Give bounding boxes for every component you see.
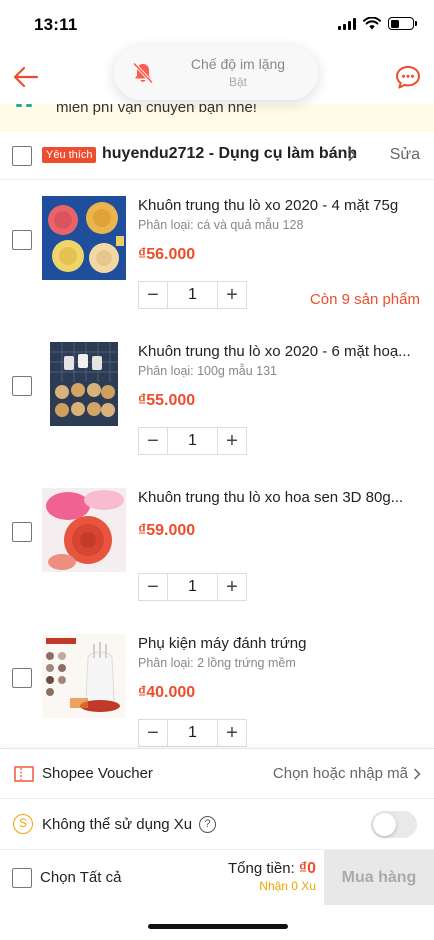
home-indicator[interactable] [148, 924, 288, 929]
product-image[interactable] [42, 488, 126, 572]
item-price: ₫56.000 [138, 246, 196, 263]
checkout-row: Chọn Tất cả Tổng tiền: ₫0 Nhận 0 Xu Mua … [0, 850, 434, 905]
voucher-row[interactable]: Shopee Voucher Chọn hoặc nhập mã [0, 749, 434, 799]
notice-text: miễn phí vận chuyển bạn nhé! [56, 104, 257, 116]
coin-row: S Không thể sử dụng Xu ? [0, 799, 434, 850]
chevron-right-icon[interactable] [413, 768, 421, 780]
quantity-stepper: − 1 + [138, 719, 247, 747]
item-price: ₫55.000 [138, 392, 196, 409]
voucher-icon [14, 766, 34, 782]
coin-label: Không thể sử dụng Xu [42, 816, 193, 833]
wifi-icon [363, 17, 381, 30]
voucher-label: Shopee Voucher [42, 765, 153, 782]
silent-mode-status: Bật [228, 75, 247, 89]
voucher-select[interactable]: Chọn hoặc nhập mã [273, 765, 408, 782]
status-bar: 13:11 [0, 0, 434, 50]
item-variant[interactable]: Phân loại: cá và quả mẫu 128 [138, 218, 303, 232]
status-icons [338, 17, 417, 30]
help-icon[interactable]: ? [199, 816, 216, 833]
item-title[interactable]: Khuôn trung thu lò xo hoa sen 3D 80g... [138, 489, 420, 506]
battery-icon [388, 17, 417, 30]
total-price: Tổng tiền: ₫0 [228, 860, 316, 878]
silent-mode-title: Chế độ im lặng [190, 56, 286, 72]
chat-icon[interactable] [394, 63, 422, 91]
select-all-checkbox[interactable] [12, 868, 32, 888]
coin-icon: S [13, 814, 33, 834]
total-value: ₫0 [298, 860, 316, 877]
cart-item: Khuôn trung thu lò xo 2020 - 4 mặt 75g P… [0, 180, 434, 326]
coin-toggle[interactable] [371, 811, 417, 838]
item-title[interactable]: Khuôn trung thu lò xo 2020 - 6 mặt hoạ..… [138, 343, 420, 360]
silent-mode-banner: Chế độ im lặng Bật [114, 46, 318, 100]
shipping-notice: miễn phí vận chuyển bạn nhé! [0, 104, 434, 132]
product-image[interactable] [42, 196, 126, 280]
item-checkbox[interactable] [12, 522, 32, 542]
edit-button[interactable]: Sửa [390, 146, 420, 164]
select-all-label[interactable]: Chọn Tất cả [40, 869, 121, 886]
product-image[interactable] [42, 342, 126, 426]
cart-item: Khuôn trung thu lò xo 2020 - 6 mặt hoạ..… [0, 326, 434, 472]
quantity-stepper: − 1 + [138, 427, 247, 455]
item-price: ₫40.000 [138, 684, 196, 701]
quantity-stepper: − 1 + [138, 281, 247, 309]
coins-earn: Nhận 0 Xu [259, 879, 316, 893]
shop-header: Yêu thích huyendu2712 - Dụng cụ làm bánh… [0, 132, 434, 180]
shop-name[interactable]: huyendu2712 - Dụng cụ làm bánh [102, 145, 357, 163]
increase-button[interactable]: + [218, 574, 246, 600]
item-variant[interactable]: Phân loại: 2 lồng trứng mềm [138, 656, 296, 670]
status-time: 13:11 [34, 15, 78, 34]
item-title[interactable]: Khuôn trung thu lò xo 2020 - 4 mặt 75g [138, 197, 420, 214]
decrease-button[interactable]: − [139, 720, 167, 746]
item-checkbox[interactable] [12, 376, 32, 396]
increase-button[interactable]: + [218, 282, 246, 308]
quantity-stepper: − 1 + [138, 573, 247, 601]
quantity-input[interactable]: 1 [167, 282, 218, 308]
cart-item: Phụ kiện máy đánh trứng Phân loại: 2 lồn… [0, 618, 434, 764]
quantity-input[interactable]: 1 [167, 574, 218, 600]
item-checkbox[interactable] [12, 668, 32, 688]
quantity-input[interactable]: 1 [167, 720, 218, 746]
cart-item: Khuôn trung thu lò xo hoa sen 3D 80g... … [0, 472, 434, 618]
item-variant[interactable]: Phân loại: 100g mẫu 131 [138, 364, 277, 378]
stock-note: Còn 9 sản phẩm [309, 291, 420, 308]
cellular-signal-icon [338, 17, 356, 30]
quantity-input[interactable]: 1 [167, 428, 218, 454]
item-price: ₫59.000 [138, 522, 196, 539]
notice-icon [16, 104, 32, 107]
increase-button[interactable]: + [218, 720, 246, 746]
back-arrow-icon[interactable] [12, 63, 40, 91]
buy-button[interactable]: Mua hàng [324, 850, 434, 905]
chevron-right-icon[interactable] [347, 148, 357, 162]
decrease-button[interactable]: − [139, 428, 167, 454]
bell-muted-icon [132, 62, 154, 84]
decrease-button[interactable]: − [139, 574, 167, 600]
total-label: Tổng tiền: [228, 860, 295, 877]
decrease-button[interactable]: − [139, 282, 167, 308]
favorite-badge: Yêu thích [42, 147, 97, 163]
shop-checkbox[interactable] [12, 146, 32, 166]
product-image[interactable] [42, 634, 126, 718]
increase-button[interactable]: + [218, 428, 246, 454]
item-checkbox[interactable] [12, 230, 32, 250]
checkout-panel: Shopee Voucher Chọn hoặc nhập mã S Không… [0, 748, 434, 940]
item-title[interactable]: Phụ kiện máy đánh trứng [138, 635, 420, 652]
